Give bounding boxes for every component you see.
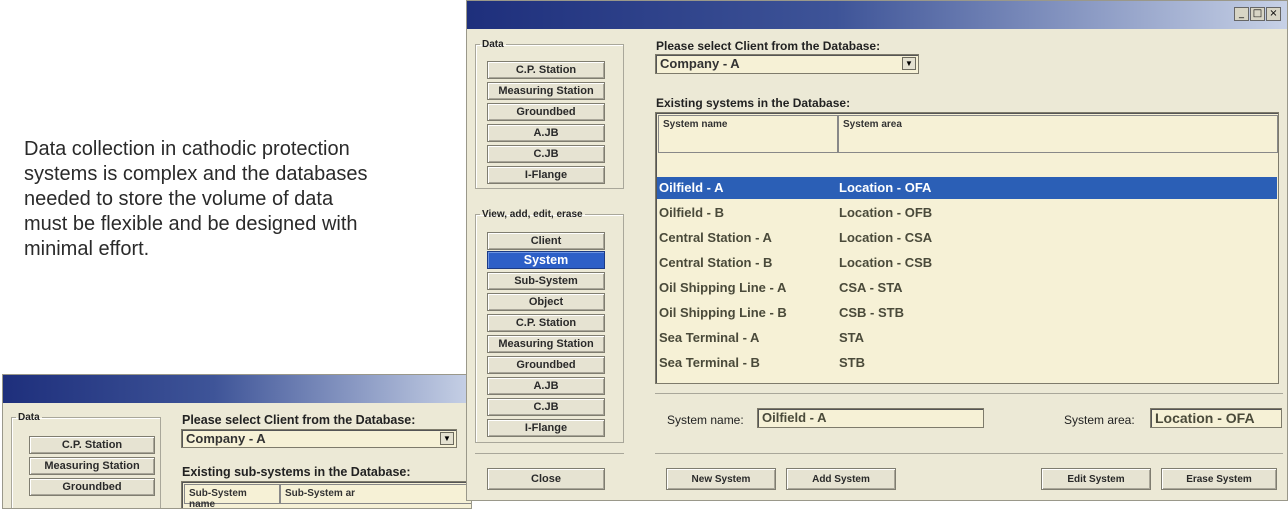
system-area-cell: Location - CSB — [839, 255, 933, 270]
system-row[interactable]: Central Station - A Location - CSA — [657, 227, 1277, 249]
system-row[interactable]: Sea Terminal - A STA — [657, 327, 1277, 349]
client-label: Please select Client from the Database: — [656, 39, 881, 53]
system-name-cell: Sea Terminal - A — [659, 330, 760, 345]
data-measuring-station-button[interactable]: Measuring Station — [487, 82, 605, 100]
system-area-cell: Location - CSA — [839, 230, 933, 245]
system-area-field[interactable]: Location - OFA — [1150, 408, 1282, 428]
system-area-label: System area: — [1064, 413, 1135, 427]
view-group-legend: View, add, edit, erase — [482, 209, 583, 220]
system-row[interactable]: Oilfield - A Location - OFA — [657, 177, 1277, 199]
description-line: needed to store the volume of data — [24, 188, 334, 210]
system-area-cell: STB — [839, 355, 865, 370]
data-cp-station-button[interactable]: C.P. Station — [487, 61, 605, 79]
back-subsystems-list[interactable]: Sub-System name Sub-System ar — [181, 481, 471, 508]
description-text: Data collection in cathodic protection s… — [24, 137, 448, 262]
minimize-icon[interactable]: _ — [1234, 7, 1249, 21]
system-name-label: System name: — [667, 413, 744, 427]
add-system-button[interactable]: Add System — [786, 468, 896, 490]
view-cp-station-button[interactable]: C.P. Station — [487, 314, 605, 332]
system-area-cell: Location - OFB — [839, 205, 933, 220]
data-cjb-button[interactable]: C.JB — [487, 145, 605, 163]
maximize-icon[interactable]: □ — [1250, 7, 1265, 21]
system-window: _ □ × Data C.P. Station Measuring Statio… — [466, 0, 1288, 501]
back-data-group-legend: Data — [18, 412, 40, 423]
view-object-button[interactable]: Object — [487, 293, 605, 311]
back-col-header-name[interactable]: Sub-System name — [184, 484, 280, 508]
data-ajb-button[interactable]: A.JB — [487, 124, 605, 142]
system-name-cell: Oil Shipping Line - B — [659, 305, 787, 320]
col-header-system-area[interactable]: System area — [838, 115, 1278, 153]
view-client-button[interactable]: Client — [487, 232, 605, 250]
system-name-cell: Sea Terminal - B — [659, 355, 760, 370]
new-system-button[interactable]: New System — [666, 468, 776, 490]
close-icon[interactable]: × — [1266, 7, 1281, 21]
data-group-legend: Data — [482, 39, 504, 50]
system-name-cell: Central Station - A — [659, 230, 772, 245]
system-name-cell: Oilfield - A — [659, 180, 724, 195]
system-area-cell: STA — [839, 330, 865, 345]
system-window-titlebar[interactable]: _ □ × — [467, 1, 1287, 29]
back-col-header-area[interactable]: Sub-System ar — [280, 484, 471, 504]
fields-divider-bottom — [655, 453, 1283, 454]
view-system-button[interactable]: System — [487, 251, 605, 269]
system-row[interactable]: Oil Shipping Line - B CSB - STB — [657, 302, 1277, 324]
back-client-select[interactable]: Company - A ▼ — [181, 429, 457, 448]
system-name-cell: Central Station - B — [659, 255, 773, 270]
description-line: Data collection in cathodic protection — [24, 138, 350, 160]
chevron-down-icon[interactable]: ▼ — [902, 57, 916, 70]
back-client-label: Please select Client from the Database: — [182, 413, 416, 427]
view-groundbed-button[interactable]: Groundbed — [487, 356, 605, 374]
view-ajb-button[interactable]: A.JB — [487, 377, 605, 395]
chevron-down-icon[interactable]: ▼ — [440, 432, 454, 445]
description-line: systems is complex and the databases — [24, 163, 368, 185]
view-subsystem-button[interactable]: Sub-System — [487, 272, 605, 290]
system-name-cell: Oilfield - B — [659, 205, 724, 220]
description-line: minimal effort. — [24, 238, 150, 260]
back-measuring-station-button[interactable]: Measuring Station — [29, 457, 155, 475]
data-groundbed-button[interactable]: Groundbed — [487, 103, 605, 121]
system-row[interactable]: Oilfield - B Location - OFB — [657, 202, 1277, 224]
back-cp-station-button[interactable]: C.P. Station — [29, 436, 155, 454]
back-subsystems-label: Existing sub-systems in the Database: — [182, 465, 411, 479]
systems-label: Existing systems in the Database: — [656, 96, 851, 110]
subsystem-window: Data C.P. Station Measuring Station Grou… — [2, 374, 472, 509]
description-line: must be flexible and be designed with — [24, 213, 358, 235]
close-button[interactable]: Close — [487, 468, 605, 490]
back-groundbed-button[interactable]: Groundbed — [29, 478, 155, 496]
client-select[interactable]: Company - A ▼ — [655, 54, 919, 74]
system-row[interactable]: Central Station - B Location - CSB — [657, 252, 1277, 274]
view-iflange-button[interactable]: I-Flange — [487, 419, 605, 437]
view-measuring-station-button[interactable]: Measuring Station — [487, 335, 605, 353]
system-name-cell: Oil Shipping Line - A — [659, 280, 787, 295]
system-area-cell: Location - OFA — [839, 180, 932, 195]
erase-system-button[interactable]: Erase System — [1161, 468, 1277, 490]
view-cjb-button[interactable]: C.JB — [487, 398, 605, 416]
system-row[interactable]: Oil Shipping Line - A CSA - STA — [657, 277, 1277, 299]
system-name-field[interactable]: Oilfield - A — [757, 408, 984, 428]
data-iflange-button[interactable]: I-Flange — [487, 166, 605, 184]
system-area-cell: CSA - STA — [839, 280, 903, 295]
col-header-system-name[interactable]: System name — [658, 115, 838, 153]
system-row[interactable]: Sea Terminal - B STB — [657, 352, 1277, 374]
back-client-select-value: Company - A — [186, 431, 266, 446]
edit-system-button[interactable]: Edit System — [1041, 468, 1151, 490]
system-area-cell: CSB - STB — [839, 305, 904, 320]
subsystem-window-titlebar[interactable] — [3, 375, 471, 403]
fields-divider-top — [655, 393, 1283, 394]
client-select-value: Company - A — [660, 56, 740, 71]
systems-list[interactable]: System name System area Oilfield - A Loc… — [655, 112, 1279, 384]
left-divider — [475, 453, 624, 454]
